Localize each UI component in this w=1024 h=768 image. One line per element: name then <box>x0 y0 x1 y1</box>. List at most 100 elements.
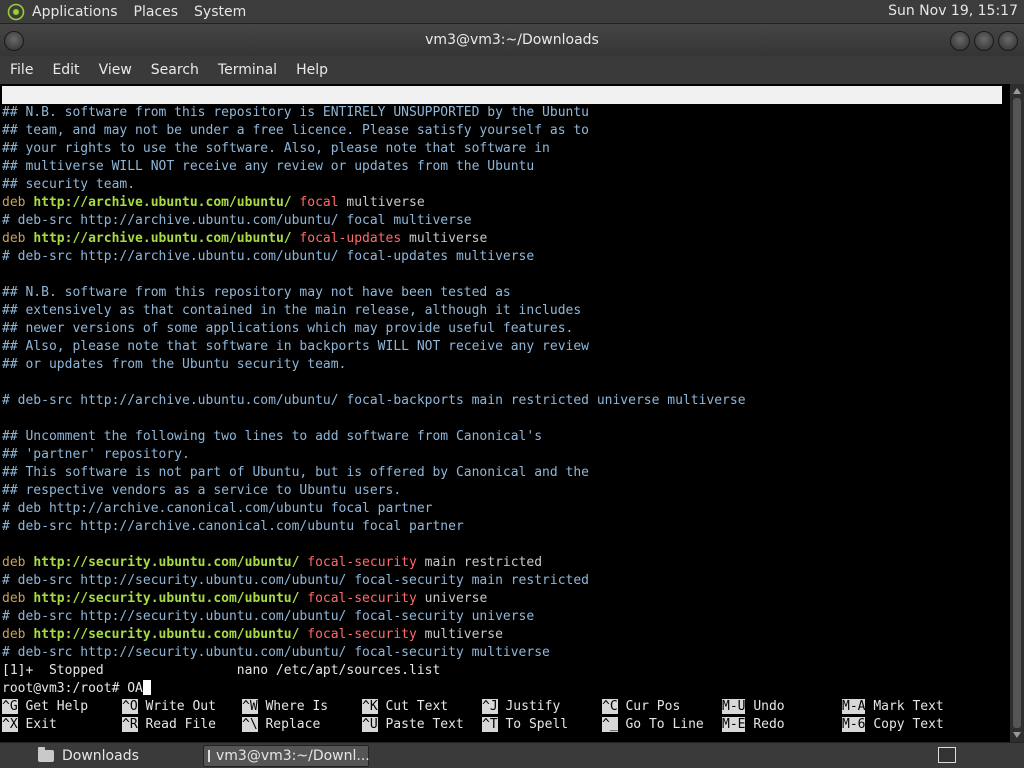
line-segment: focal-security <box>307 555 417 570</box>
shortcut-key: ^W <box>242 699 258 714</box>
line-segment: ## 'partner' repository. <box>2 447 190 462</box>
scroll-down-icon[interactable] <box>1013 732 1021 738</box>
line-segment: deb <box>2 195 34 210</box>
menu-search[interactable]: Search <box>151 62 199 78</box>
line-segment: deb <box>2 231 34 246</box>
system-menu[interactable]: System <box>194 4 246 20</box>
line-segment: multiverse <box>416 627 503 642</box>
line-segment: ## your rights to use the software. Also… <box>2 141 550 156</box>
line-segment: ## team, and may not be under a free lic… <box>2 123 589 138</box>
shortcut-item: ^G Get Help <box>2 698 88 716</box>
line-segment: deb <box>2 555 34 570</box>
shortcut-key: ^O <box>122 699 138 714</box>
shortcut-item: ^J Justify <box>482 698 560 716</box>
shortcut-label: To Spell <box>505 717 569 732</box>
shortcut-label: Mark Text <box>873 699 944 714</box>
line-segment: # deb-src http://archive.ubuntu.com/ubun… <box>2 213 472 228</box>
line-segment: ## multiverse WILL NOT receive any revie… <box>2 159 535 174</box>
places-menu[interactable]: Places <box>134 4 179 20</box>
line-segment: http://security.ubuntu.com/ubuntu/ <box>33 627 300 642</box>
file-line: deb http://security.ubuntu.com/ubuntu/ f… <box>2 590 487 608</box>
taskbar-item-label: Downloads <box>62 748 139 764</box>
file-line: # deb-src http://archive.ubuntu.com/ubun… <box>2 248 534 266</box>
file-line: ## newer versions of some applications w… <box>2 320 573 338</box>
shortcut-key: ^_ <box>602 717 618 732</box>
shortcut-label: Cur Pos <box>625 699 681 714</box>
line-segment: deb <box>2 591 34 606</box>
clock[interactable]: Sun Nov 19, 15:17 <box>888 3 1018 19</box>
shortcut-label: Undo <box>753 699 785 714</box>
shortcut-key: ^J <box>482 699 498 714</box>
shortcut-label: Justify <box>505 699 561 714</box>
terminal-area[interactable]: GNU nano 4.8 /etc/apt/sources.list ## N.… <box>0 84 1010 742</box>
file-line: # deb-src http://security.ubuntu.com/ubu… <box>2 572 589 590</box>
taskbar-item-terminal[interactable]: vm3@vm3:~/Downl... <box>203 745 370 767</box>
line-segment: focal-security <box>307 591 417 606</box>
distro-logo-icon[interactable] <box>6 2 26 22</box>
minimize-button[interactable] <box>950 31 970 51</box>
line-segment: # deb-src http://security.ubuntu.com/ubu… <box>2 645 550 660</box>
file-line: # deb-src http://security.ubuntu.com/ubu… <box>2 644 550 662</box>
line-segment: ## N.B. software from this repository is… <box>2 105 589 120</box>
shortcut-item: M-6 Copy Text <box>842 716 944 734</box>
shortcut-label: Redo <box>753 717 785 732</box>
shortcut-key: M-6 <box>842 717 866 732</box>
line-segment: # deb-src http://archive.ubuntu.com/ubun… <box>2 393 746 408</box>
shortcut-item: ^W Where Is <box>242 698 328 716</box>
file-line: ## N.B. software from this repository is… <box>2 104 589 122</box>
prompt-text: root@vm3:/root# OA <box>2 681 143 696</box>
text-cursor <box>142 680 151 695</box>
file-line: ## 'partner' repository. <box>2 446 190 464</box>
line-segment: ## newer versions of some applications w… <box>2 321 574 336</box>
line-segment: focal-security <box>307 627 417 642</box>
menu-edit[interactable]: Edit <box>52 62 79 78</box>
file-line: deb http://security.ubuntu.com/ubuntu/ f… <box>2 626 503 644</box>
file-line: # deb-src http://security.ubuntu.com/ubu… <box>2 608 534 626</box>
file-line: # deb http://archive.canonical.com/ubunt… <box>2 500 432 518</box>
shortcut-label: Exit <box>25 717 57 732</box>
shortcut-key: ^\ <box>242 717 258 732</box>
line-segment: ## or updates from the Ubuntu security t… <box>2 357 347 372</box>
shortcut-label: Where Is <box>265 699 329 714</box>
shortcut-item: ^\ Replace <box>242 716 320 734</box>
menu-help[interactable]: Help <box>296 62 328 78</box>
taskbar-item-downloads[interactable]: Downloads <box>38 745 198 767</box>
maximize-button[interactable] <box>974 31 994 51</box>
line-segment: deb <box>2 627 34 642</box>
file-line: ## team, and may not be under a free lic… <box>2 122 589 140</box>
shortcut-item: ^U Paste Text <box>362 716 464 734</box>
menu-view[interactable]: View <box>99 62 132 78</box>
menu-terminal[interactable]: Terminal <box>218 62 277 78</box>
show-desktop-icon[interactable] <box>938 747 956 763</box>
line-segment: ## security team. <box>2 177 136 192</box>
applications-menu[interactable]: Applications <box>32 4 118 20</box>
line-segment: # deb http://archive.canonical.com/ubunt… <box>2 501 433 516</box>
shortcut-item: ^O Write Out <box>122 698 216 716</box>
close-button[interactable] <box>998 31 1018 51</box>
shortcut-label: Read File <box>145 717 216 732</box>
shortcut-label: Get Help <box>25 699 89 714</box>
shortcut-item: ^T To Spell <box>482 716 568 734</box>
file-line: ## security team. <box>2 176 135 194</box>
line-segment: focal <box>299 195 339 210</box>
shell-prompt-line[interactable]: root@vm3:/root# OA <box>2 680 151 698</box>
taskbar-item-label: vm3@vm3:~/Downl... <box>216 748 370 764</box>
shortcut-key: ^R <box>122 717 138 732</box>
file-line: # deb-src http://archive.ubuntu.com/ubun… <box>2 212 472 230</box>
terminal-scrollbar[interactable] <box>1010 84 1024 742</box>
window-menu-icon[interactable] <box>4 31 24 51</box>
shortcut-label: Cut Text <box>385 699 449 714</box>
file-line: ## multiverse WILL NOT receive any revie… <box>2 158 534 176</box>
shortcut-item: ^X Exit <box>2 716 57 734</box>
scroll-up-icon[interactable] <box>1013 88 1021 94</box>
window-titlebar[interactable]: vm3@vm3:~/Downloads <box>0 24 1024 56</box>
top-panel: Applications Places System Sun Nov 19, 1… <box>0 0 1024 24</box>
shortcut-key: ^K <box>362 699 378 714</box>
line-segment: # deb-src http://archive.canonical.com/u… <box>2 519 464 534</box>
file-line: ## respective vendors as a service to Ub… <box>2 482 401 500</box>
file-line: ## Uncomment the following two lines to … <box>2 428 542 446</box>
line-segment: http://archive.ubuntu.com/ubuntu/ <box>33 195 292 210</box>
shortcut-key: ^U <box>362 717 378 732</box>
scrollbar-thumb[interactable] <box>1013 98 1021 728</box>
menu-file[interactable]: File <box>10 62 33 78</box>
